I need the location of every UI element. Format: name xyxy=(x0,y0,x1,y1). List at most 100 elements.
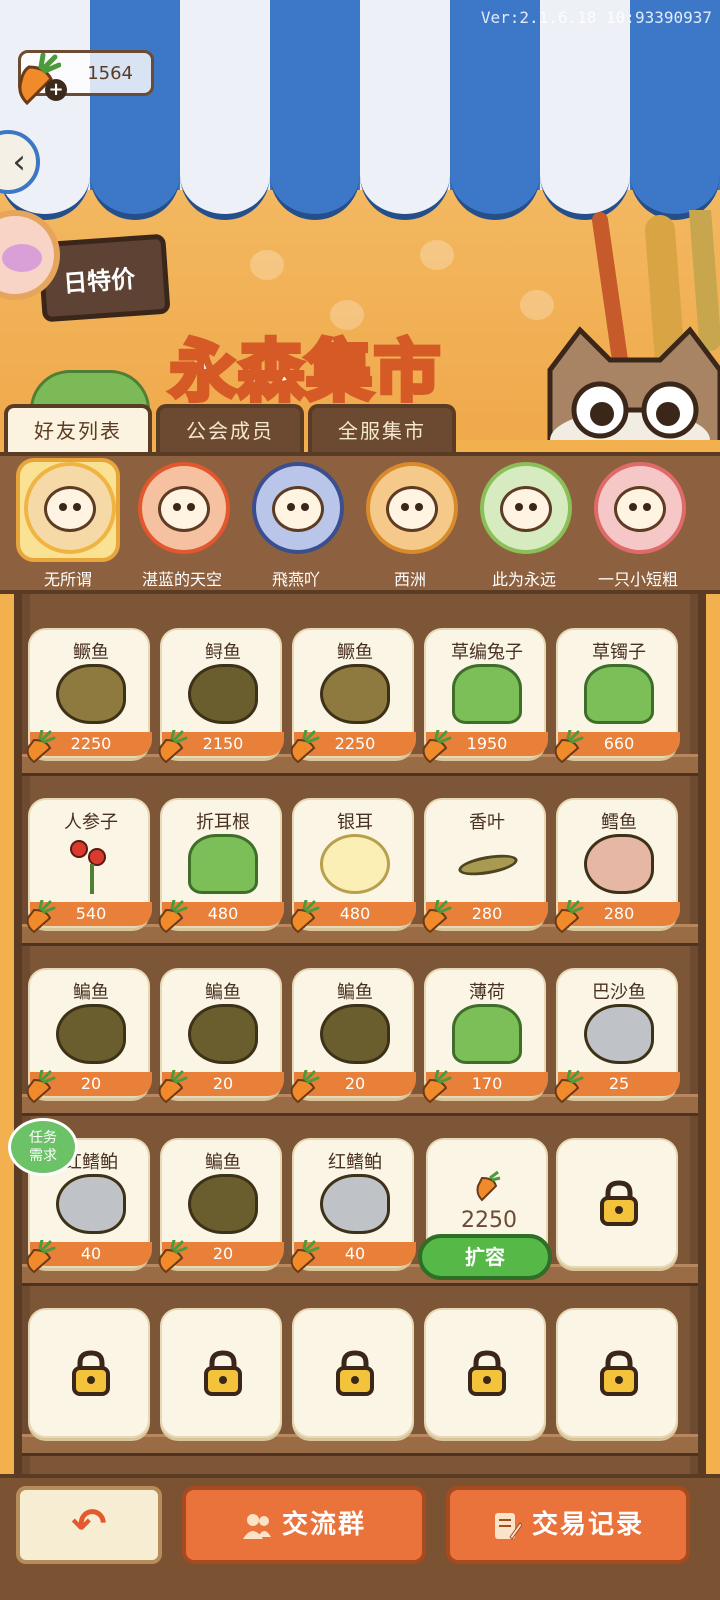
locked-slot[interactable] xyxy=(28,1308,150,1438)
item-slot[interactable]: 鳜鱼 2250 xyxy=(290,628,416,764)
carrot-icon xyxy=(554,730,584,764)
item-name: 草编兔子 xyxy=(451,642,523,663)
trade-records-button[interactable]: 交易记录 xyxy=(446,1486,690,1564)
chat-group-label: 交流群 xyxy=(281,1510,366,1540)
item-slot[interactable]: 鲟鱼 2150 xyxy=(158,628,284,764)
mandarin-fish-icon xyxy=(320,664,390,724)
carrot-icon xyxy=(290,1240,320,1274)
tab-bar: 好友列表 公会成员 全服集市 xyxy=(0,404,720,456)
item-name: 鳊鱼 xyxy=(205,1152,241,1173)
tab-friends[interactable]: 好友列表 xyxy=(4,404,152,456)
carrot-icon xyxy=(290,900,320,934)
avatar-face xyxy=(44,486,96,532)
carrot-icon xyxy=(26,730,56,764)
item-slot[interactable]: 鳊鱼 20 xyxy=(26,968,152,1104)
users-icon xyxy=(242,1513,271,1539)
chevron-left-icon: ‹ xyxy=(12,142,26,182)
friend-item[interactable]: 西洲 xyxy=(354,462,466,592)
item-name: 鲟鱼 xyxy=(205,642,241,663)
bay-leaf-icon xyxy=(452,834,522,894)
grass-bracelet-icon xyxy=(584,664,654,724)
lock-icon xyxy=(336,1350,374,1396)
friend-name: 西洲 xyxy=(393,570,426,589)
lock-icon xyxy=(72,1350,110,1396)
straw-rabbit-icon xyxy=(452,664,522,724)
carrot-icon xyxy=(290,1070,320,1104)
item-slot[interactable]: 红鳍鲌 40 xyxy=(290,1138,416,1274)
carrot-amount: 1564 xyxy=(87,63,133,84)
market-title: 永森集市 xyxy=(168,331,443,413)
friend-name: 无所谓 xyxy=(43,570,92,589)
version-text: Ver:2.1.6.18 10:93390937 xyxy=(480,8,712,27)
item-slot[interactable]: 鳊鱼 20 xyxy=(158,1138,284,1274)
item-name: 薄荷 xyxy=(469,982,505,1003)
item-name: 折耳根 xyxy=(196,812,250,833)
carrot-icon xyxy=(422,900,452,934)
carrot-icon xyxy=(422,730,452,764)
carrot-icon xyxy=(290,730,320,764)
return-arrow-icon: ↶ xyxy=(71,1499,107,1548)
item-slot[interactable]: 人参子 540 xyxy=(26,798,152,934)
item-slot[interactable]: 银耳 480 xyxy=(290,798,416,934)
carrot-icon xyxy=(26,1070,56,1104)
lock-icon xyxy=(468,1350,506,1396)
item-name: 鳊鱼 xyxy=(73,982,109,1003)
item-slot[interactable]: 巴沙鱼 25 xyxy=(554,968,680,1104)
redfin-icon xyxy=(320,1174,390,1234)
locked-slot[interactable] xyxy=(556,1308,678,1438)
return-button[interactable]: ↶ xyxy=(16,1486,162,1564)
item-name: 草镯子 xyxy=(592,642,646,663)
tab-server-market[interactable]: 全服集市 xyxy=(308,404,456,456)
item-name: 银耳 xyxy=(337,812,373,833)
friend-item[interactable]: 湛蓝的天空 xyxy=(126,462,238,592)
locked-slot[interactable] xyxy=(556,1138,678,1268)
tab-guild[interactable]: 公会成员 xyxy=(156,404,304,456)
bream-icon xyxy=(56,1004,126,1064)
avatar-face xyxy=(386,486,438,532)
paw-print-icon xyxy=(420,240,454,270)
item-slot[interactable]: 鳊鱼 20 xyxy=(290,968,416,1104)
expand-button[interactable]: 扩容 xyxy=(418,1234,552,1280)
basa-fish-icon xyxy=(584,1004,654,1064)
item-name: 红鳍鲌 xyxy=(328,1152,382,1173)
item-slot[interactable]: 薄荷 170 xyxy=(422,968,548,1104)
item-slot[interactable]: 鳜鱼 2250 xyxy=(26,628,152,764)
item-name: 鳜鱼 xyxy=(337,642,373,663)
item-name: 鳊鱼 xyxy=(337,982,373,1003)
tremella-icon xyxy=(320,834,390,894)
carrot-icon xyxy=(554,900,584,934)
item-slot[interactable]: 鳕鱼 280 xyxy=(554,798,680,934)
locked-slot[interactable] xyxy=(292,1308,414,1438)
mint-icon xyxy=(452,1004,522,1064)
carrot-icon xyxy=(422,1070,452,1104)
friend-item[interactable]: 无所谓 xyxy=(12,458,124,592)
task-request-badge[interactable]: 任务 需求 xyxy=(8,1118,78,1176)
locked-slot[interactable] xyxy=(424,1308,546,1438)
friend-item[interactable]: 飛燕吖 xyxy=(240,462,352,592)
lock-icon xyxy=(204,1350,242,1396)
item-slot[interactable]: 折耳根 480 xyxy=(158,798,284,934)
trade-records-label: 交易记录 xyxy=(531,1510,644,1540)
chat-group-button[interactable]: 交流群 xyxy=(182,1486,426,1564)
friends-list: 无所谓 湛蓝的天空 飛燕吖 西洲 此为永远 一只小短粗 xyxy=(0,452,720,594)
carrot-icon xyxy=(554,1070,584,1104)
carrot-icon xyxy=(158,1240,188,1274)
item-name: 鳕鱼 xyxy=(601,812,637,833)
add-currency-button[interactable]: + xyxy=(45,79,67,101)
carrot-currency-display[interactable]: + 1564 xyxy=(18,50,154,105)
item-name: 巴沙鱼 xyxy=(592,982,646,1003)
locked-slot[interactable] xyxy=(160,1308,282,1438)
avatar-face xyxy=(614,486,666,532)
item-slot[interactable]: 鳊鱼 20 xyxy=(158,968,284,1104)
paw-print-icon xyxy=(520,290,554,320)
friend-item[interactable]: 一只小短粗 xyxy=(582,462,694,592)
mandarin-fish-icon xyxy=(56,664,126,724)
friend-item[interactable]: 此为永远 xyxy=(468,462,580,592)
item-slot[interactable]: 香叶 280 xyxy=(422,798,548,934)
carrot-icon xyxy=(26,1240,56,1274)
item-slot[interactable]: 草镯子 660 xyxy=(554,628,680,764)
item-slot[interactable]: 草编兔子 1950 xyxy=(422,628,548,764)
carrot-icon xyxy=(476,1170,501,1202)
item-name: 人参子 xyxy=(64,812,118,833)
expand-price: 2250 xyxy=(461,1208,517,1233)
